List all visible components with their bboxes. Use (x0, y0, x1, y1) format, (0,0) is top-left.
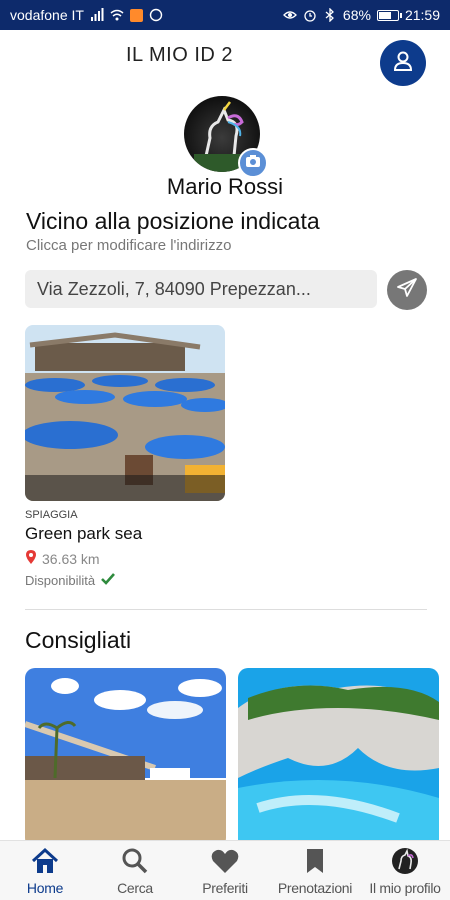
availability-label: Disponibilità (25, 573, 96, 588)
status-bar: vodafone IT 68% 21:59 (0, 0, 450, 30)
bluetooth-icon (323, 7, 337, 23)
battery-percent: 68% (342, 7, 371, 23)
avatar-icon (390, 846, 420, 876)
signal-icon (90, 8, 104, 22)
place-image[interactable] (25, 325, 225, 501)
nav-search[interactable]: Cerca (90, 841, 180, 900)
user-name: Mario Rossi (166, 174, 284, 199)
nearby-heading: Vicino alla posizione indicata (26, 208, 320, 234)
nav-home-label: Home (26, 879, 64, 896)
address-field[interactable]: Via Zezzoli, 7, 84090 Prepezzan... (25, 270, 377, 308)
nav-profile-label: Il mio profilo (369, 879, 441, 896)
nav-bookings-label: Prenotazioni (277, 879, 353, 896)
home-icon (30, 846, 60, 876)
recommended-card[interactable] (25, 668, 226, 848)
nav-bookings[interactable]: Prenotazioni (270, 841, 360, 900)
whatsapp-icon (149, 8, 163, 22)
nav-search-label: Cerca (117, 879, 153, 896)
nearby-subtitle[interactable]: Clicca per modificare l'indirizzo (26, 237, 231, 254)
battery-icon (376, 9, 402, 21)
page-title: IL MIO ID 2 (126, 44, 234, 66)
camera-icon (245, 154, 261, 173)
section-divider (25, 609, 427, 610)
bookmark-icon (300, 846, 330, 876)
profile-button[interactable] (380, 40, 426, 86)
place-distance: 36.63 km (25, 549, 100, 568)
nav-profile[interactable]: Il mio profilo (360, 841, 450, 900)
send-location-button[interactable] (387, 270, 427, 310)
paper-plane-icon (396, 277, 418, 304)
bottom-nav: Home Cerca Preferiti Prenotazioni Il mio… (0, 840, 450, 900)
notification-app-icon (129, 8, 143, 22)
map-pin-icon (25, 549, 37, 568)
checkmark-icon (100, 572, 116, 589)
alarm-icon (303, 8, 317, 22)
distance-text: 36.63 km (42, 550, 100, 567)
wifi-icon (110, 8, 124, 22)
heart-icon (210, 846, 240, 876)
user-icon (391, 49, 415, 78)
recommended-heading: Consigliati (25, 627, 132, 653)
recommended-card[interactable] (238, 668, 439, 848)
carrier-label: vodafone IT (10, 7, 84, 23)
clock: 21:59 (404, 7, 440, 23)
availability: Disponibilità (25, 572, 116, 589)
eye-icon (283, 8, 297, 22)
search-icon (120, 846, 150, 876)
place-category: SPIAGGIA (25, 509, 78, 521)
place-name[interactable]: Green park sea (25, 524, 142, 544)
nav-favorites[interactable]: Preferiti (180, 841, 270, 900)
nav-home[interactable]: Home (0, 841, 90, 900)
nav-favorites-label: Preferiti (202, 879, 248, 896)
